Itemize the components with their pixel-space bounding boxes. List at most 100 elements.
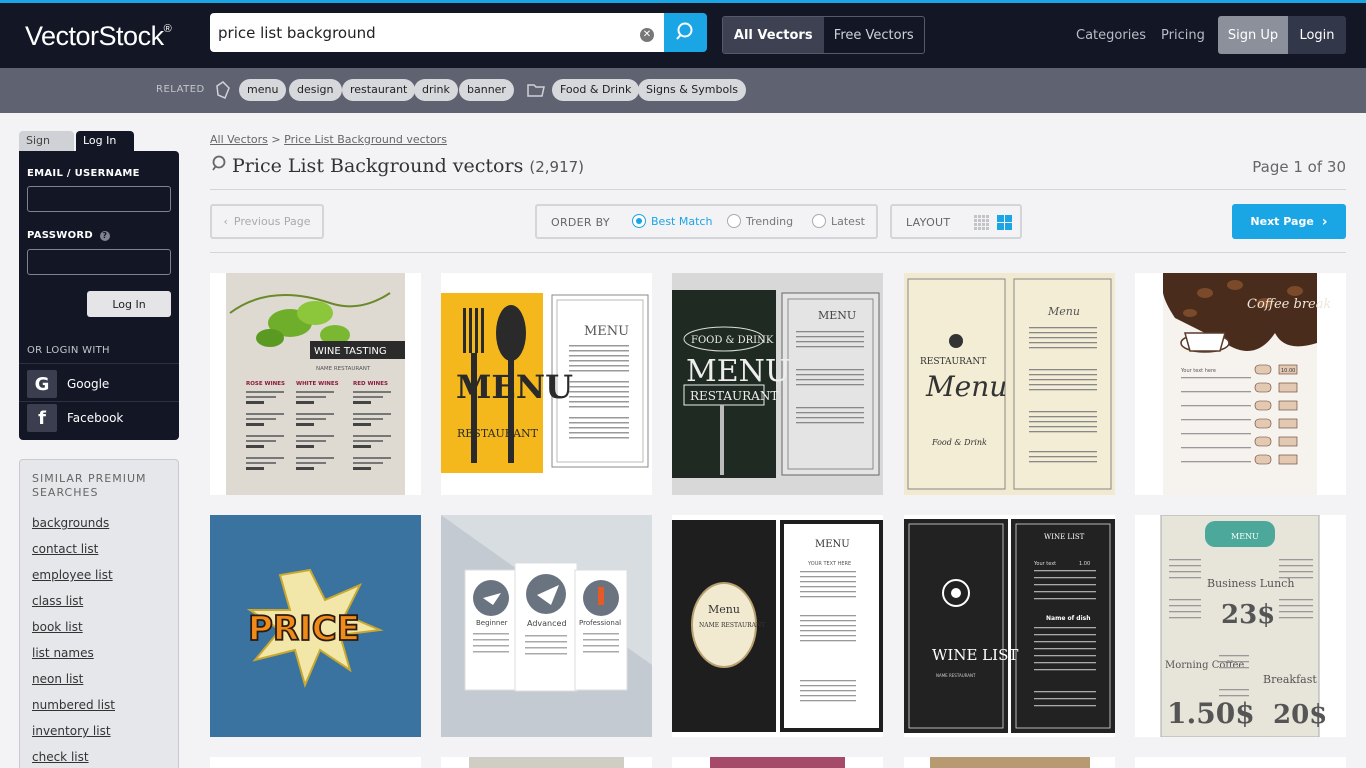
- similar-link[interactable]: book list: [32, 620, 83, 634]
- vector-thumbnail[interactable]: Coffee break Your text here 10.00: [1135, 273, 1346, 495]
- vector-thumbnail[interactable]: PRICE: [210, 515, 421, 737]
- order-by-control: ORDER BY Best Match Trending Latest: [535, 204, 878, 239]
- restaurant-text: RESTAURANT: [690, 389, 778, 403]
- related-label: RELATED: [156, 84, 205, 95]
- order-latest[interactable]: Latest: [812, 214, 865, 228]
- vector-thumbnail[interactable]: MENU RESTAURANT MENU: [441, 273, 652, 495]
- thumbnail-image: [710, 757, 845, 768]
- folder-icon: [527, 84, 545, 97]
- tab-free-vectors[interactable]: Free Vectors: [824, 17, 925, 53]
- nav-pricing[interactable]: Pricing: [1161, 28, 1205, 43]
- related-tag-menu[interactable]: menu: [239, 79, 287, 101]
- column-heading: WHITE WINES: [296, 381, 339, 387]
- dish-heading-text: Name of dish: [1046, 615, 1091, 622]
- vector-thumbnail[interactable]: [441, 757, 652, 768]
- page-indicator: Page 1 of 30: [1252, 158, 1346, 176]
- column-heading: RED WINES: [353, 381, 388, 387]
- vector-thumbnail[interactable]: [210, 757, 421, 768]
- vector-thumbnail[interactable]: [904, 757, 1115, 768]
- search-icon: [676, 22, 693, 40]
- vector-thumbnail[interactable]: Beginner Advanced Professional: [441, 515, 652, 737]
- similar-searches-title: SIMILAR PREMIUM SEARCHES: [32, 472, 147, 499]
- menu-heading-text: MENU: [815, 539, 850, 550]
- menu-title-text: MENU: [456, 368, 573, 406]
- radio-icon: [727, 214, 741, 228]
- similar-link[interactable]: neon list: [32, 672, 83, 686]
- login-button[interactable]: Login: [1288, 16, 1346, 54]
- chevron-left-icon: ‹: [223, 215, 228, 228]
- related-tag-restaurant[interactable]: restaurant: [342, 79, 416, 101]
- vector-thumbnail[interactable]: Menu NAME RESTAURANT MENU YOUR TEXT HERE: [672, 515, 883, 737]
- google-login[interactable]: G Google: [27, 369, 171, 399]
- order-best-match[interactable]: Best Match: [632, 214, 712, 228]
- menu-title-text: MENU: [686, 354, 790, 389]
- vector-thumbnail[interactable]: WINE TASTING NAME RESTAURANT ROSE WINES …: [210, 273, 421, 495]
- price-comic-image: PRICE: [246, 568, 384, 688]
- menu-heading-text: MENU: [818, 309, 856, 322]
- breadcrumb-all-vectors[interactable]: All Vectors: [210, 133, 268, 146]
- search-input[interactable]: [218, 23, 628, 43]
- next-page-button[interactable]: Next Page ›: [1232, 204, 1346, 239]
- vector-thumbnail[interactable]: RESTAURANT Menu Food & Drink Menu: [904, 273, 1115, 495]
- coffee-break-text: Coffee break: [1247, 297, 1331, 312]
- similar-link[interactable]: class list: [32, 594, 83, 608]
- sidebar-tab-sign-up[interactable]: Sign Up: [19, 131, 74, 167]
- facebook-login[interactable]: f Facebook: [27, 403, 171, 433]
- radio-icon: [812, 214, 826, 228]
- similar-link[interactable]: employee list: [32, 568, 113, 582]
- clear-search-icon[interactable]: ✕: [640, 28, 654, 42]
- wine-tasting-menu-image: WINE TASTING NAME RESTAURANT ROSE WINES …: [226, 273, 405, 495]
- grid-large-icon[interactable]: [997, 215, 1012, 230]
- facebook-icon: f: [27, 404, 57, 432]
- menu-item-text: Your text here: [1180, 368, 1216, 374]
- restaurant-name-text: NAME RESTAURANT: [699, 622, 765, 629]
- email-label: EMAIL / USERNAME: [27, 168, 140, 179]
- sign-up-button[interactable]: Sign Up: [1218, 16, 1288, 54]
- similar-link[interactable]: check list: [32, 750, 89, 764]
- related-bar: RELATED menu design restaurant drink ban…: [0, 68, 1366, 113]
- tag-icon: [216, 81, 230, 99]
- grid-small-icon[interactable]: [974, 215, 989, 230]
- previous-page-button[interactable]: ‹ Previous Page: [210, 204, 324, 239]
- related-category-food-drink[interactable]: Food & Drink: [552, 79, 640, 101]
- similar-link[interactable]: inventory list: [32, 724, 111, 738]
- breadcrumb-current[interactable]: Price List Background vectors: [284, 133, 447, 146]
- menu-heading-text: MENU: [584, 324, 629, 339]
- related-tag-drink[interactable]: drink: [414, 79, 458, 101]
- vectorstock-logo[interactable]: VectorStock®: [25, 21, 172, 52]
- nav-categories[interactable]: Categories: [1076, 28, 1146, 43]
- info-icon[interactable]: ?: [99, 231, 110, 241]
- search-button[interactable]: [664, 13, 707, 52]
- restaurant-text: RESTAURANT: [457, 427, 539, 440]
- sidebar-tab-log-in[interactable]: Log In: [76, 131, 134, 151]
- vector-thumbnail[interactable]: [672, 757, 883, 768]
- similar-link[interactable]: list names: [32, 646, 94, 660]
- related-tag-design[interactable]: design: [289, 79, 342, 101]
- order-trending[interactable]: Trending: [727, 214, 793, 228]
- sidebar-login-button[interactable]: Log In: [87, 291, 171, 317]
- email-field[interactable]: [27, 186, 171, 212]
- facebook-label: Facebook: [67, 411, 124, 425]
- similar-link[interactable]: backgrounds: [32, 516, 109, 530]
- pricing-plans-image: Beginner Advanced Professional: [441, 515, 652, 737]
- tab-all-vectors[interactable]: All Vectors: [723, 17, 824, 53]
- vector-thumbnail[interactable]: FOOD & DRINK MENU RESTAURANT MENU: [672, 273, 883, 495]
- google-icon: G: [27, 370, 57, 398]
- layout-control: LAYOUT: [890, 204, 1022, 239]
- chevron-right-icon: ›: [1321, 213, 1328, 230]
- similar-link[interactable]: numbered list: [32, 698, 115, 712]
- menu-title-text: Menu: [925, 370, 1007, 403]
- related-category-signs-symbols[interactable]: Signs & Symbols: [638, 79, 747, 101]
- wine-list-image: WINE LIST NAME RESTAURANT WINE LIST Your…: [904, 519, 1115, 733]
- password-field[interactable]: [27, 249, 171, 275]
- menu-badge-text: MENU: [1231, 532, 1259, 541]
- plan-name-text: Beginner: [476, 619, 508, 627]
- price-text: 23$: [1221, 600, 1275, 630]
- vector-thumbnail[interactable]: [1135, 757, 1346, 768]
- vector-thumbnail[interactable]: WINE LIST NAME RESTAURANT WINE LIST Your…: [904, 515, 1115, 737]
- food-drink-menu-image: FOOD & DRINK MENU RESTAURANT MENU: [672, 290, 880, 478]
- wine-list-title-text: WINE LIST: [932, 646, 1018, 664]
- related-tag-banner[interactable]: banner: [459, 79, 514, 101]
- vector-thumbnail[interactable]: MENU Business Lunch 23$ Morning Coffee 1…: [1135, 515, 1346, 737]
- similar-link[interactable]: contact list: [32, 542, 98, 556]
